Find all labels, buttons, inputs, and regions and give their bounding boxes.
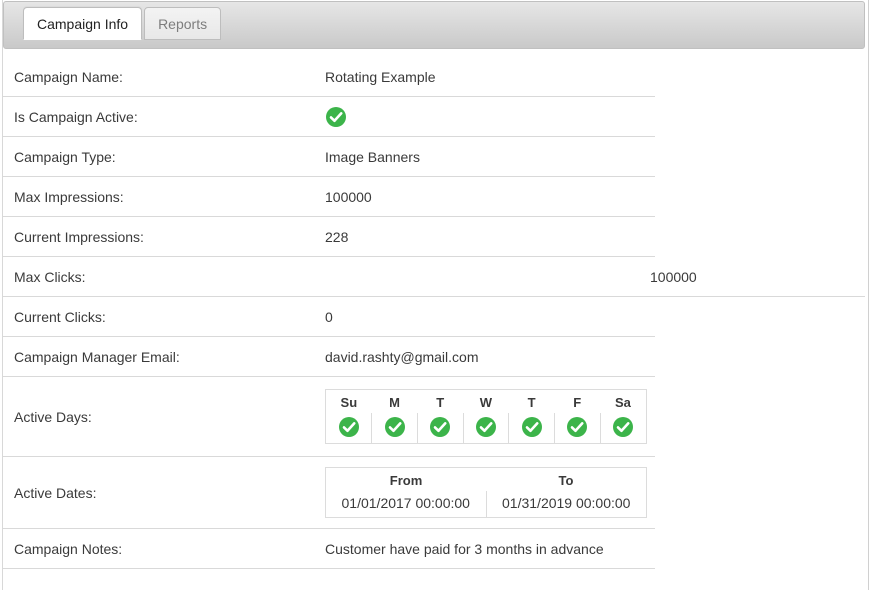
active-dates-cell-to: 01/31/2019 00:00:00 [485, 491, 647, 518]
active-days-cell-sa [599, 413, 647, 444]
field-label-max-impressions: Max Impressions: [14, 188, 124, 205]
active-dates-cell-from: 01/01/2017 00:00:00 [325, 491, 486, 518]
field-label-max-clicks: Max Clicks: [14, 268, 86, 285]
active-dates-header-from: From [325, 467, 486, 491]
active-days-cell-th [508, 413, 555, 444]
active-days-cell-fr [553, 413, 601, 444]
field-value-current-impressions: 228 [325, 228, 349, 245]
field-row-is-campaign-active: Is Campaign Active: [3, 97, 655, 137]
active-days-cell-we [462, 413, 509, 444]
field-row-max-clicks: Max Clicks: 100000 [3, 257, 865, 297]
field-row-campaign-manager-email: Campaign Manager Email: david.rashty@gma… [3, 337, 655, 377]
tab-list: Campaign Info Reports [4, 2, 222, 50]
active-days-cell-tu [416, 413, 464, 444]
active-dates-value-row: 01/01/2017 00:00:00 01/31/2019 00:00:00 [325, 491, 647, 518]
check-circle-icon [338, 416, 360, 438]
field-row-current-clicks: Current Clicks: 0 [3, 297, 655, 337]
campaign-field-list: Campaign Name: Rotating Example Is Campa… [3, 57, 877, 569]
active-days-header-mo: M [371, 389, 418, 413]
field-label-campaign-type: Campaign Type: [14, 148, 116, 165]
field-value-active-days: Su M T W T F Sa [325, 389, 655, 444]
field-value-active-dates: From To 01/01/2017 00:00:00 01/31/2019 0… [325, 467, 655, 518]
tab-campaign-info-label: Campaign Info [37, 16, 129, 32]
active-days-header-tu: T [417, 389, 464, 413]
active-dates-header-row: From To [325, 467, 647, 491]
tab-campaign-info[interactable]: Campaign Info [23, 7, 143, 40]
field-value-campaign-name: Rotating Example [325, 68, 436, 85]
check-circle-icon [566, 416, 588, 438]
field-row-max-impressions: Max Impressions: 100000 [3, 177, 655, 217]
check-circle-icon [429, 416, 451, 438]
check-circle-icon [475, 416, 497, 438]
active-days-header-th: T [508, 389, 555, 413]
active-days-header-row: Su M T W T F Sa [325, 389, 647, 413]
active-days-header-sa: Sa [600, 389, 647, 413]
tab-reports-label: Reports [158, 16, 208, 32]
tab-reports[interactable]: Reports [144, 7, 222, 40]
active-dates-table: From To 01/01/2017 00:00:00 01/31/2019 0… [325, 467, 647, 518]
field-label-active-days: Active Days: [14, 408, 92, 425]
field-row-current-impressions: Current Impressions: 228 [3, 217, 655, 257]
field-value-max-impressions: 100000 [325, 188, 372, 205]
check-circle-icon [612, 416, 634, 438]
field-label-campaign-manager-email: Campaign Manager Email: [14, 348, 180, 365]
field-label-active-dates: Active Dates: [14, 484, 97, 501]
tab-strip: Campaign Info Reports [3, 1, 865, 49]
field-value-campaign-manager-email: david.rashty@gmail.com [325, 348, 479, 365]
active-days-cell-mo [371, 413, 418, 444]
field-value-campaign-type: Image Banners [325, 148, 420, 165]
field-row-active-days: Active Days: Su M T W T F Sa [3, 377, 655, 457]
field-label-campaign-notes: Campaign Notes: [14, 540, 123, 557]
active-days-header-we: W [463, 389, 509, 413]
field-row-campaign-notes: Campaign Notes: Customer have paid for 3… [3, 529, 655, 569]
active-days-table: Su M T W T F Sa [325, 389, 647, 444]
active-days-cell-su [325, 413, 372, 444]
field-row-campaign-name: Campaign Name: Rotating Example [3, 57, 655, 97]
field-label-campaign-name: Campaign Name: [14, 68, 123, 85]
active-days-header-fr: F [554, 389, 601, 413]
check-circle-icon [384, 416, 406, 438]
field-value-campaign-notes: Customer have paid for 3 months in advan… [325, 540, 604, 557]
active-days-header-su: Su [325, 389, 372, 413]
field-value-max-clicks: 100000 [650, 268, 697, 285]
active-days-value-row [325, 413, 647, 444]
field-row-campaign-type: Campaign Type: Image Banners [3, 137, 655, 177]
field-row-active-dates: Active Dates: From To 01/01/2017 00:00:0… [3, 457, 655, 529]
field-value-current-clicks: 0 [325, 308, 333, 325]
field-label-is-campaign-active: Is Campaign Active: [14, 108, 138, 125]
field-value-is-campaign-active [325, 106, 655, 128]
field-label-current-impressions: Current Impressions: [14, 228, 144, 245]
check-circle-icon [325, 106, 347, 128]
active-dates-header-to: To [486, 467, 647, 491]
check-circle-icon [521, 416, 543, 438]
field-label-current-clicks: Current Clicks: [14, 308, 106, 325]
campaign-detail-panel: Campaign Info Reports Campaign Name: Rot… [0, 0, 879, 590]
